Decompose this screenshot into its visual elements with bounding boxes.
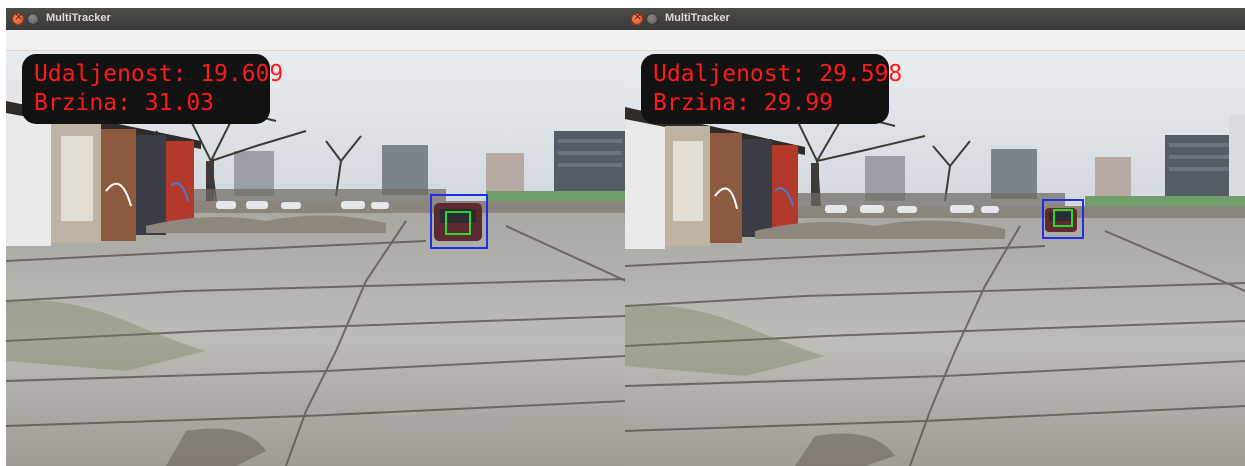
tracker-bbox-inner xyxy=(445,211,471,235)
speed-value: 31.03 xyxy=(144,90,215,116)
distance-label: Udaljenost: xyxy=(653,61,806,87)
window-titlebar[interactable]: MultiTracker xyxy=(625,8,1245,30)
close-icon[interactable] xyxy=(12,10,24,25)
distance-line: Udaljenost: 19.609 xyxy=(34,60,283,89)
minimize-icon[interactable] xyxy=(646,13,658,25)
tracking-info-overlay: Udaljenost: 19.609 Brzina: 31.03 xyxy=(22,54,283,124)
window-title: MultiTracker xyxy=(46,12,111,24)
screenshot: MultiTracker xyxy=(0,0,1245,466)
speed-label: Brzina: xyxy=(34,90,131,116)
close-icon[interactable] xyxy=(631,10,643,25)
minimize-icon[interactable] xyxy=(27,13,39,25)
window-titlebar[interactable]: MultiTracker xyxy=(6,8,626,30)
video-frame: Udaljenost: 19.609 Brzina: 31.03 xyxy=(6,51,626,466)
window-title: MultiTracker xyxy=(665,12,730,24)
multitracker-window-right: MultiTracker xyxy=(625,8,1245,466)
speed-line: Brzina: 31.03 xyxy=(34,89,258,118)
speed-label: Brzina: xyxy=(653,90,750,116)
speed-value: 29.99 xyxy=(763,90,834,116)
multitracker-window-left: MultiTracker xyxy=(6,8,626,466)
tracker-bbox-inner xyxy=(1053,209,1073,227)
window-toolbar xyxy=(625,30,1245,51)
video-frame: Udaljenost: 29.598 Brzina: 29.99 xyxy=(625,51,1245,466)
distance-value: 19.609 xyxy=(200,61,284,87)
distance-label: Udaljenost: xyxy=(34,61,187,87)
distance-line: Udaljenost: 29.598 xyxy=(653,60,902,89)
window-toolbar xyxy=(6,30,626,51)
tracking-info-overlay: Udaljenost: 29.598 Brzina: 29.99 xyxy=(641,54,902,124)
speed-line: Brzina: 29.99 xyxy=(653,89,877,118)
distance-value: 29.598 xyxy=(819,61,903,87)
